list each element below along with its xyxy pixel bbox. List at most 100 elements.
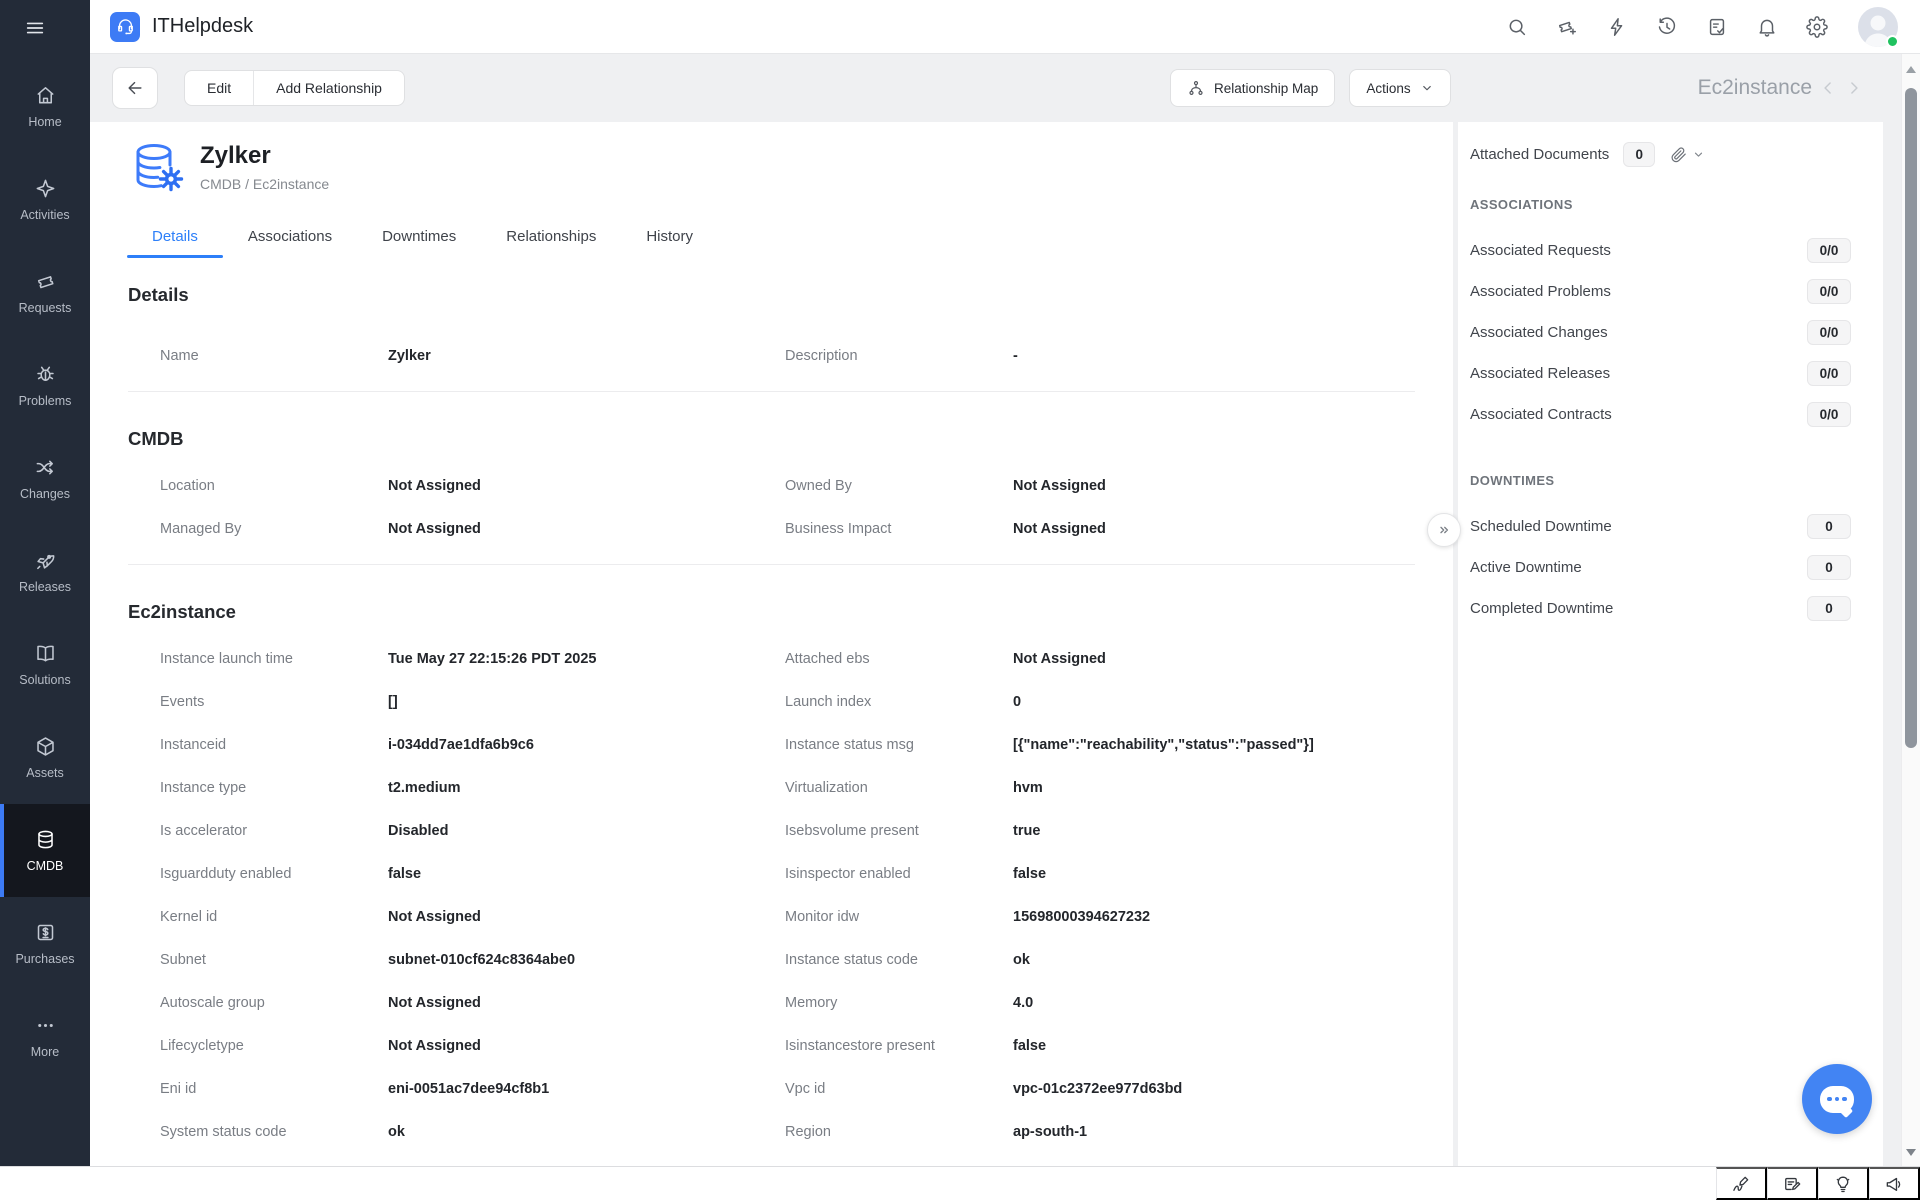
requests-icon: [34, 270, 57, 293]
zia-icon[interactable]: [1716, 1167, 1767, 1200]
field-label: Attached ebs: [785, 637, 1013, 680]
sidebar-item-releases[interactable]: Releases: [0, 525, 90, 618]
field-value: 0: [1013, 680, 1453, 723]
sidebar-item-cmdb[interactable]: CMDB: [0, 804, 90, 897]
field-label: Launch index: [785, 680, 1013, 723]
ticket-add-icon[interactable]: [1556, 16, 1578, 38]
flash-icon[interactable]: [1606, 16, 1628, 38]
field-value: true: [1013, 809, 1453, 852]
association-associated-contracts[interactable]: Associated Contracts0/0: [1458, 394, 1883, 435]
search-icon[interactable]: [1506, 16, 1528, 38]
sidebar-item-more[interactable]: More: [0, 990, 90, 1083]
prev-record-chevron-left-icon[interactable]: [1818, 78, 1838, 98]
panel-item-label: Associated Changes: [1470, 324, 1608, 341]
actions-button[interactable]: Actions: [1349, 69, 1450, 107]
count-badge[interactable]: 0/0: [1807, 361, 1851, 386]
field-value: false: [388, 852, 785, 895]
feedback-notes-icon[interactable]: [1767, 1167, 1818, 1200]
downtime-active-downtime[interactable]: Active Downtime0: [1458, 547, 1883, 588]
field-value: Zylker: [388, 334, 785, 377]
purchases-icon: [34, 921, 57, 944]
downtimes-list: Scheduled Downtime0Active Downtime0Compl…: [1458, 506, 1883, 629]
section-heading: Ec2instance: [128, 601, 1453, 623]
sidebar-item-activities[interactable]: Activities: [0, 153, 90, 246]
chat-fab-button[interactable]: [1802, 1064, 1872, 1134]
page-title: Zylker: [200, 142, 329, 170]
app-logo[interactable]: [110, 12, 140, 42]
sidebar-item-purchases[interactable]: Purchases: [0, 897, 90, 990]
scroll-down-arrow[interactable]: [1906, 1149, 1916, 1156]
tab-downtimes[interactable]: Downtimes: [357, 216, 481, 258]
lightbulb-icon[interactable]: [1818, 1167, 1869, 1200]
associations-header: ASSOCIATIONS: [1470, 197, 1883, 212]
count-badge[interactable]: 0: [1807, 596, 1851, 621]
user-avatar[interactable]: [1858, 7, 1898, 47]
field-label: Vpc id: [785, 1067, 1013, 1110]
sidebar-item-problems[interactable]: Problems: [0, 339, 90, 432]
sidebar-item-label: Activities: [20, 208, 69, 222]
downtime-scheduled-downtime[interactable]: Scheduled Downtime0: [1458, 506, 1883, 547]
back-button[interactable]: [112, 67, 158, 109]
downtime-completed-downtime[interactable]: Completed Downtime0: [1458, 588, 1883, 629]
field-value: Not Assigned: [388, 507, 785, 550]
edit-button[interactable]: Edit: [185, 71, 253, 105]
count-badge[interactable]: 0/0: [1807, 279, 1851, 304]
tab-history[interactable]: History: [621, 216, 718, 258]
count-badge[interactable]: 0/0: [1807, 238, 1851, 263]
approvals-icon[interactable]: [1706, 16, 1728, 38]
field-value: t2.medium: [388, 766, 785, 809]
sidebar-item-changes[interactable]: Changes: [0, 432, 90, 525]
changes-icon: [34, 456, 57, 479]
count-badge[interactable]: 0/0: [1807, 402, 1851, 427]
tab-relationships[interactable]: Relationships: [481, 216, 621, 258]
next-record-chevron-right-icon[interactable]: [1844, 78, 1864, 98]
association-associated-requests[interactable]: Associated Requests0/0: [1458, 230, 1883, 271]
sidebar-item-home[interactable]: Home: [0, 60, 90, 153]
scroll-up-arrow[interactable]: [1906, 66, 1916, 73]
ci-database-icon: [128, 138, 186, 196]
notifications-bell-icon[interactable]: [1756, 16, 1778, 38]
entity-header: Zylker CMDB / Ec2instance: [90, 122, 1453, 196]
tab-details[interactable]: Details: [127, 216, 223, 258]
sidebar-item-label: More: [31, 1045, 59, 1059]
tab-associations[interactable]: Associations: [223, 216, 357, 258]
more-icon: [34, 1014, 57, 1037]
field-label: Isinspector enabled: [785, 852, 1013, 895]
association-associated-releases[interactable]: Associated Releases0/0: [1458, 353, 1883, 394]
count-badge[interactable]: 0: [1807, 514, 1851, 539]
add-relationship-button[interactable]: Add Relationship: [253, 71, 404, 105]
attached-documents-count-badge[interactable]: 0: [1623, 142, 1655, 167]
scrollbar-thumb[interactable]: [1905, 88, 1917, 748]
sidebar-item-solutions[interactable]: Solutions: [0, 618, 90, 711]
right-panel: Attached Documents 0 ASSOCIATIONS Associ…: [1458, 122, 1883, 1166]
field-value: 15698000394627232: [1013, 895, 1453, 938]
count-badge[interactable]: 0: [1807, 555, 1851, 580]
chevron-down-icon: [1420, 81, 1434, 95]
field-label: Monitor idw: [785, 895, 1013, 938]
sidebar-item-assets[interactable]: Assets: [0, 711, 90, 804]
association-associated-changes[interactable]: Associated Changes 0/0: [1458, 312, 1883, 353]
count-badge[interactable]: 0/0: [1807, 320, 1851, 345]
field-label: Location: [160, 464, 388, 507]
sections-container: DetailsNameZylkerDescription-CMDBLocatio…: [90, 284, 1453, 1166]
sidebar-item-requests[interactable]: Requests: [0, 246, 90, 339]
announcement-icon[interactable]: [1869, 1167, 1920, 1200]
releases-icon: [34, 549, 57, 572]
section-details: DetailsNameZylkerDescription-: [90, 284, 1453, 392]
field-value: Not Assigned: [388, 464, 785, 507]
field-value: hvm: [1013, 766, 1453, 809]
attached-documents-row: Attached Documents 0: [1458, 122, 1883, 167]
history-icon[interactable]: [1656, 16, 1678, 38]
hamburger-menu-icon[interactable]: [24, 17, 46, 39]
field-label: Instance status msg: [785, 723, 1013, 766]
collapse-panel-button[interactable]: [1427, 513, 1461, 547]
field-label: Managed By: [160, 507, 388, 550]
details-card: Zylker CMDB / Ec2instance DetailsAssocia…: [90, 122, 1453, 1166]
settings-gear-icon[interactable]: [1806, 16, 1828, 38]
association-associated-problems[interactable]: Associated Problems0/0: [1458, 271, 1883, 312]
attach-file-control[interactable]: [1669, 145, 1705, 164]
section-divider: [128, 564, 1415, 565]
zia-icon: [1731, 1174, 1751, 1194]
app-title: ITHelpdesk: [152, 15, 253, 38]
relationship-map-button[interactable]: Relationship Map: [1170, 69, 1335, 107]
